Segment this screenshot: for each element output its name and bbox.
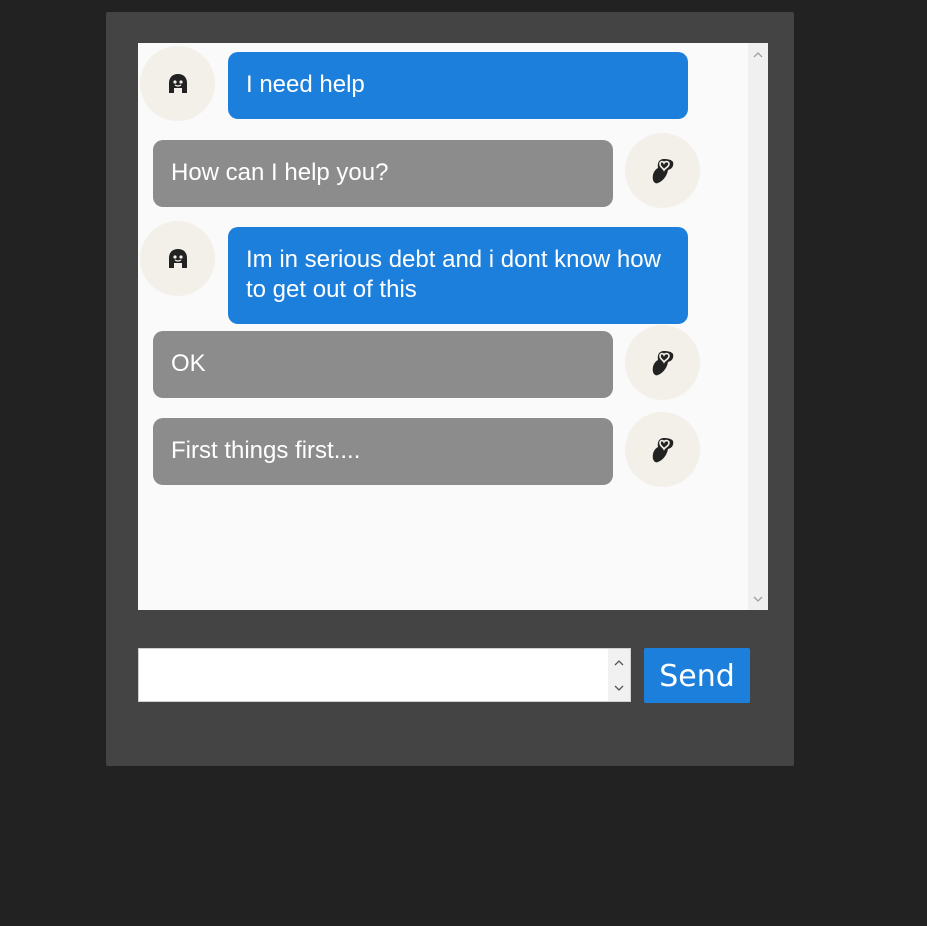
message-text: OK: [171, 350, 206, 377]
input-scroll-down-button[interactable]: [608, 675, 630, 701]
bot-avatar: [625, 325, 700, 400]
message-input-wrapper: [138, 648, 631, 702]
chevron-up-icon: [614, 659, 624, 665]
input-scrollbar[interactable]: [608, 649, 630, 701]
chevron-down-icon: [753, 596, 763, 602]
user-message: I need help: [228, 52, 688, 119]
owl-bird-icon: [652, 158, 673, 183]
input-scroll-up-button[interactable]: [608, 649, 630, 675]
user-avatar: [140, 46, 215, 121]
user-avatar: [140, 221, 215, 296]
scroll-down-button[interactable]: [748, 590, 768, 608]
chevron-up-icon: [753, 51, 763, 57]
message-text: I need help: [246, 71, 365, 98]
bot-avatar: [625, 133, 700, 208]
message-input[interactable]: [139, 649, 609, 701]
chevron-down-icon: [614, 685, 624, 691]
person-head-icon: [168, 248, 187, 268]
bot-avatar: [625, 412, 700, 487]
bot-message: How can I help you?: [153, 140, 613, 207]
owl-bird-icon: [652, 350, 673, 375]
scroll-up-button[interactable]: [748, 45, 768, 63]
bot-message: OK: [153, 331, 613, 398]
chat-scrollbar[interactable]: [748, 43, 768, 610]
owl-bird-icon: [652, 437, 673, 462]
bot-message: First things first....: [153, 418, 613, 485]
chat-panel: I need help How can I help you? Im in se…: [106, 12, 794, 766]
send-button[interactable]: Send: [644, 648, 750, 703]
chat-history[interactable]: I need help How can I help you? Im in se…: [138, 43, 768, 610]
message-text: First things first....: [171, 437, 361, 464]
person-head-icon: [168, 73, 187, 93]
message-text: Im in serious debt and i dont know how t…: [246, 246, 661, 303]
user-message: Im in serious debt and i dont know how t…: [228, 227, 688, 324]
message-text: How can I help you?: [171, 159, 389, 186]
